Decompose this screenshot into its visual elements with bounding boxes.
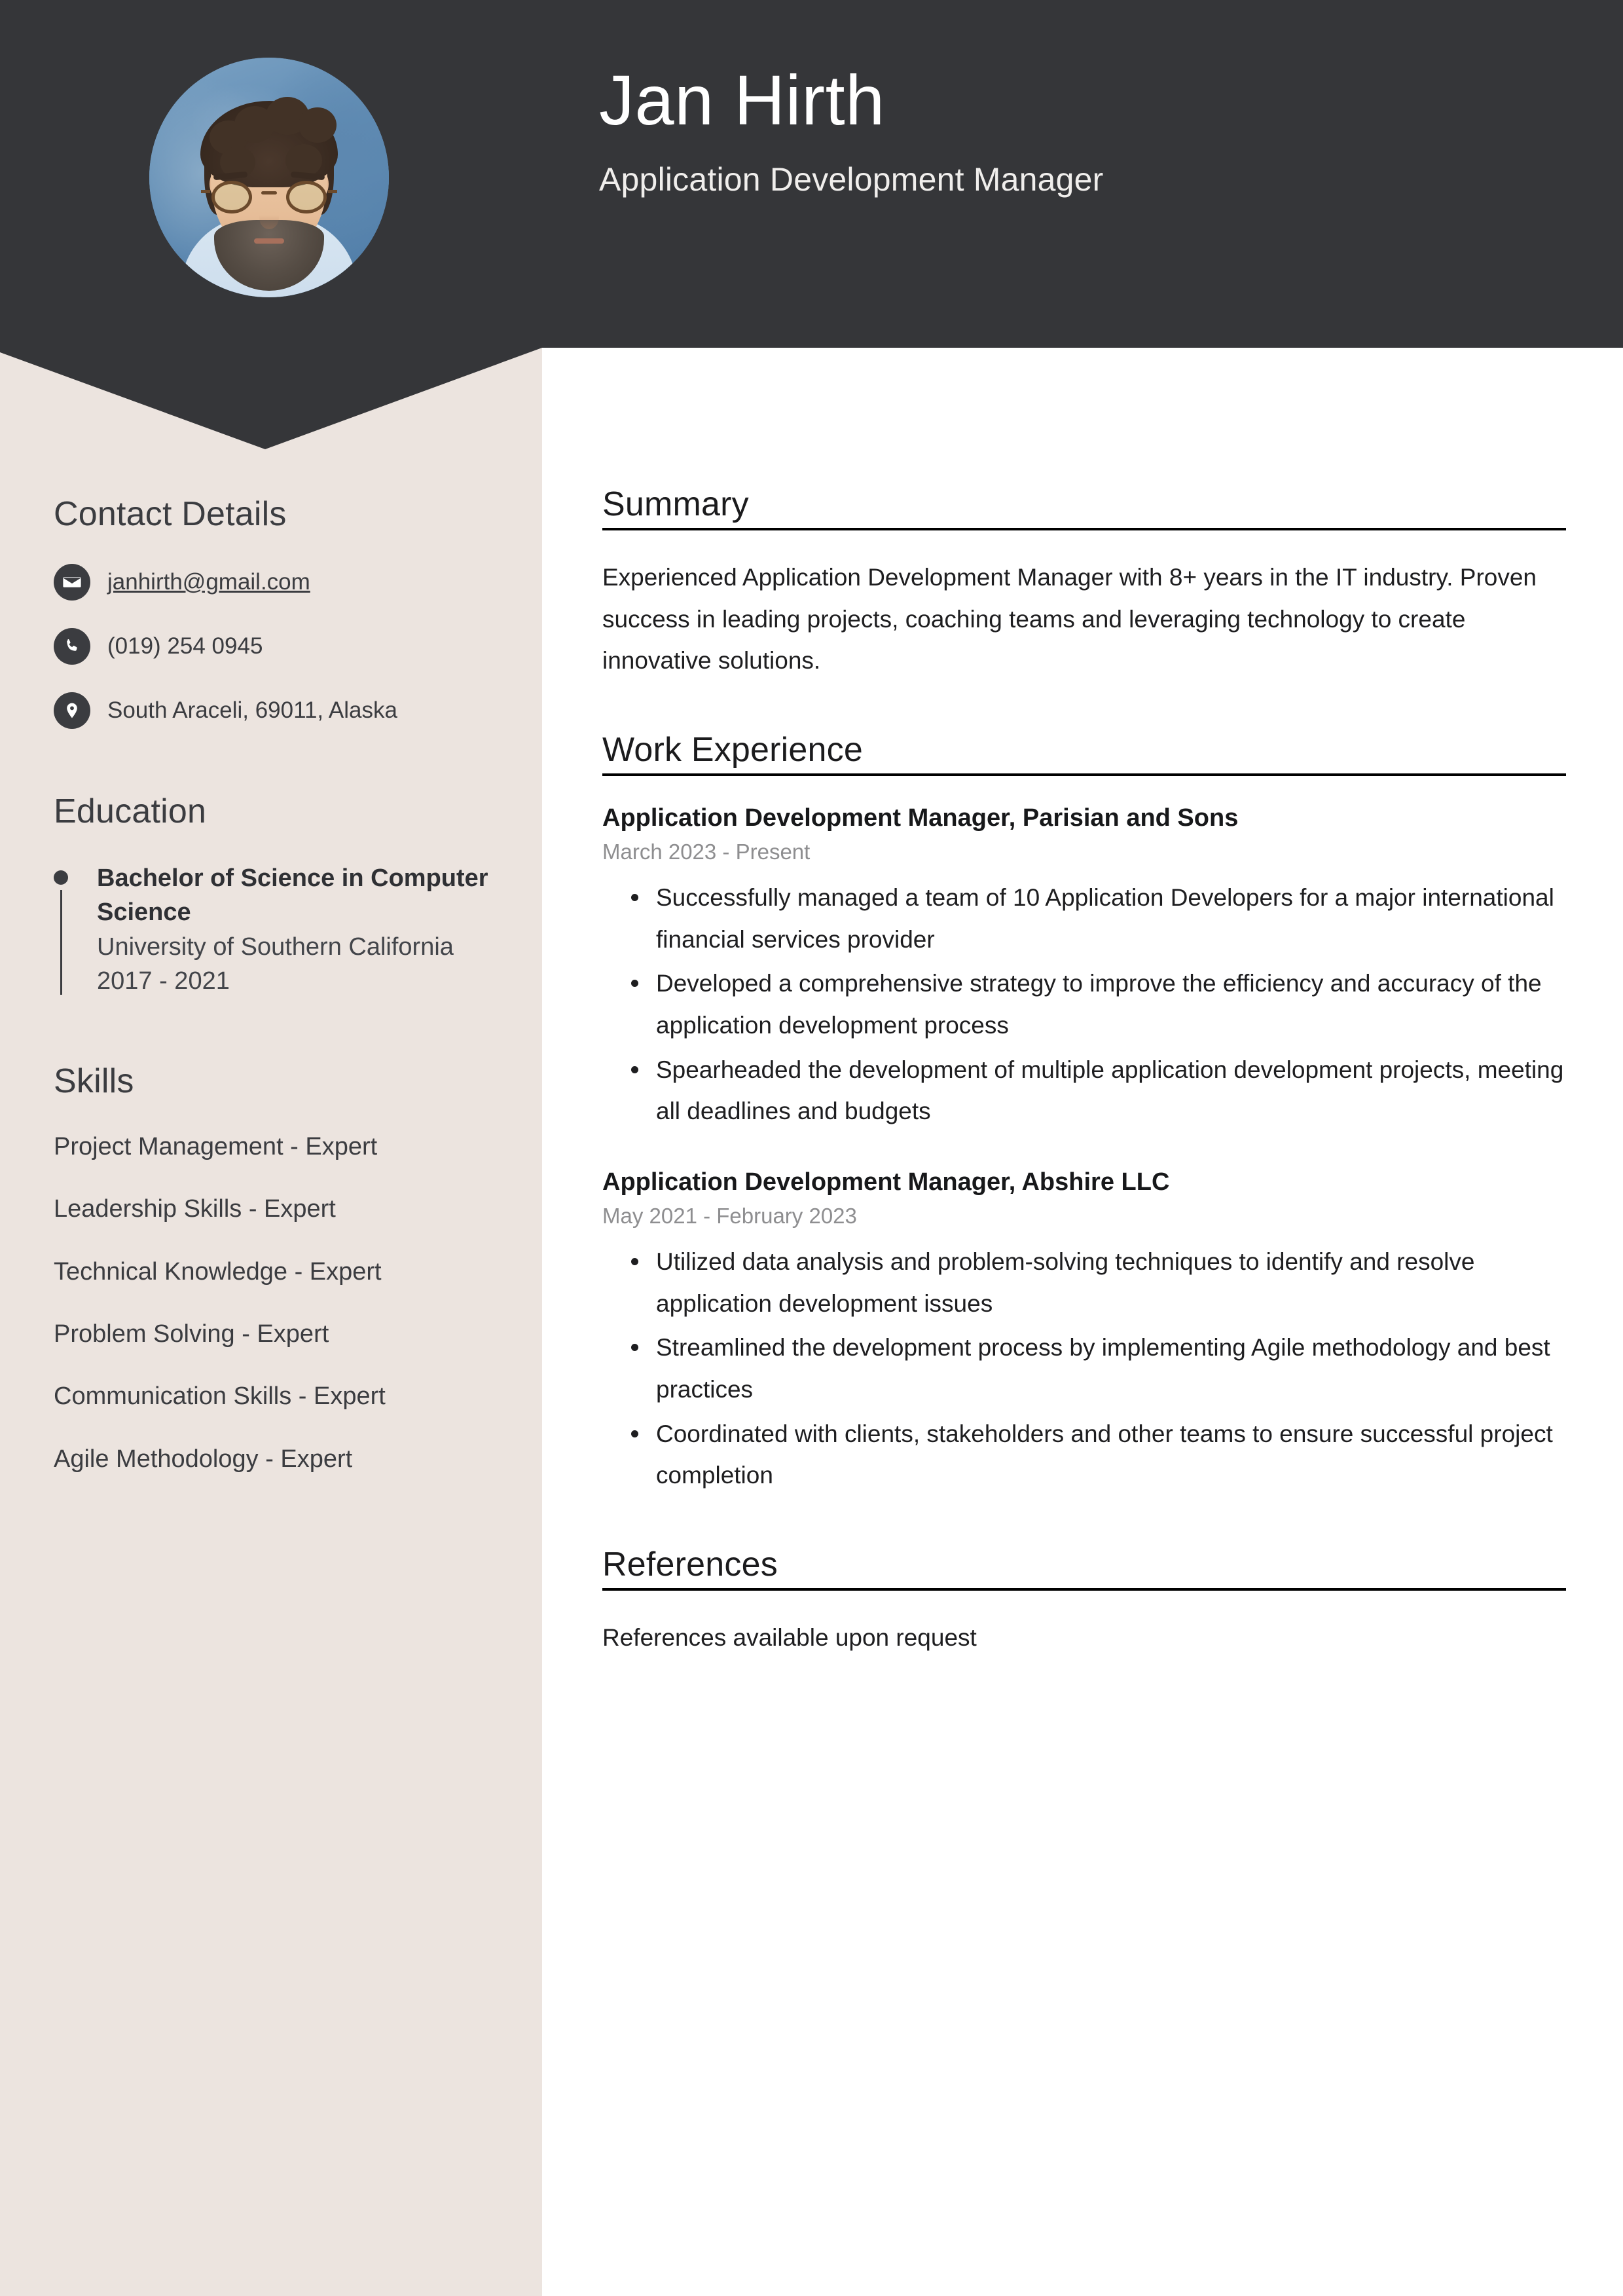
job-entry: Application Development Manager, Abshire… [602,1166,1566,1496]
resume-page: Jan Hirth Application Development Manage… [0,0,1623,2296]
job-title: Application Development Manager, Parisia… [602,804,1239,832]
skill-item: Communication Skills - Expert [54,1382,386,1411]
header-text: Jan Hirth Application Development Manage… [599,60,1516,199]
contact-item-email[interactable]: janhirth@gmail.com [54,564,512,601]
job-bullet: Streamlined the development process by i… [631,1327,1566,1410]
education-list: Bachelor of Science in Computer Science … [54,861,512,999]
section-divider [602,773,1566,776]
sidebar: Contact Details janhirth@gmail.com (019)… [54,494,512,1475]
education-degree: Bachelor of Science in Computer Science [97,864,488,927]
job-dates: May 2021 - February 2023 [602,1204,857,1229]
avatar-mouth [254,238,284,244]
job-bullet: Spearheaded the development of multiple … [631,1049,1566,1132]
section-divider [602,1587,1566,1591]
skill-item: Problem Solving - Expert [54,1320,329,1348]
work-experience-section: Work Experience Application Development … [602,730,1566,1496]
location-pin-icon [54,692,90,729]
section-divider [602,528,1566,530]
skills-heading: Skills [54,1062,134,1100]
timeline-rule [60,890,62,995]
job-bullet: Developed a comprehensive strategy to im… [631,963,1566,1046]
header-job-title: Application Development Manager [599,161,1104,198]
phone-icon [54,628,90,665]
envelope-icon [54,564,90,601]
page-title: Jan Hirth [599,60,885,139]
skill-item: Project Management - Expert [54,1132,378,1160]
contact-item-phone[interactable]: (019) 254 0945 [54,628,512,665]
skill-item: Technical Knowledge - Expert [54,1257,382,1286]
skill-item: Agile Methodology - Expert [54,1445,353,1473]
references-heading: References [602,1545,778,1583]
job-bullet-list: Utilized data analysis and problem-solvi… [602,1241,1566,1496]
main-content: Summary Experienced Application Developm… [602,485,1566,1659]
contact-details-heading: Contact Details [54,495,287,533]
education-school: University of Southern California [97,933,454,961]
job-bullet: Successfully managed a team of 10 Applic… [631,877,1566,960]
summary-text: Experienced Application Development Mana… [602,564,1537,675]
job-dates: March 2023 - Present [602,840,811,864]
education-heading: Education [54,792,207,830]
contact-list: janhirth@gmail.com (019) 254 0945 South … [54,564,512,729]
work-experience-heading: Work Experience [602,730,863,769]
contact-email-text[interactable]: janhirth@gmail.com [107,568,310,597]
avatar-photo [149,58,389,297]
skill-item: Leadership Skills - Expert [54,1195,336,1223]
summary-heading: Summary [602,485,749,523]
job-bullet: Coordinated with clients, stakeholders a… [631,1413,1566,1496]
references-text: References available upon request [602,1623,977,1651]
education-years: 2017 - 2021 [97,967,230,995]
contact-phone-text: (019) 254 0945 [107,633,263,659]
contact-item-location: South Araceli, 69011, Alaska [54,692,512,729]
avatar [149,58,389,297]
avatar-glasses [201,179,337,215]
job-entry: Application Development Manager, Parisia… [602,802,1566,1132]
contact-location-text: South Araceli, 69011, Alaska [107,697,397,724]
job-bullet-list: Successfully managed a team of 10 Applic… [602,877,1566,1132]
skills-list: Project Management - Expert Leadership S… [54,1131,512,1475]
bullet-icon [54,870,68,885]
job-title: Application Development Manager, Abshire… [602,1168,1170,1196]
summary-section: Summary Experienced Application Developm… [602,485,1566,682]
references-section: References References available upon req… [602,1545,1566,1659]
job-bullet: Utilized data analysis and problem-solvi… [631,1241,1566,1324]
education-item: Bachelor of Science in Computer Science … [54,861,512,999]
